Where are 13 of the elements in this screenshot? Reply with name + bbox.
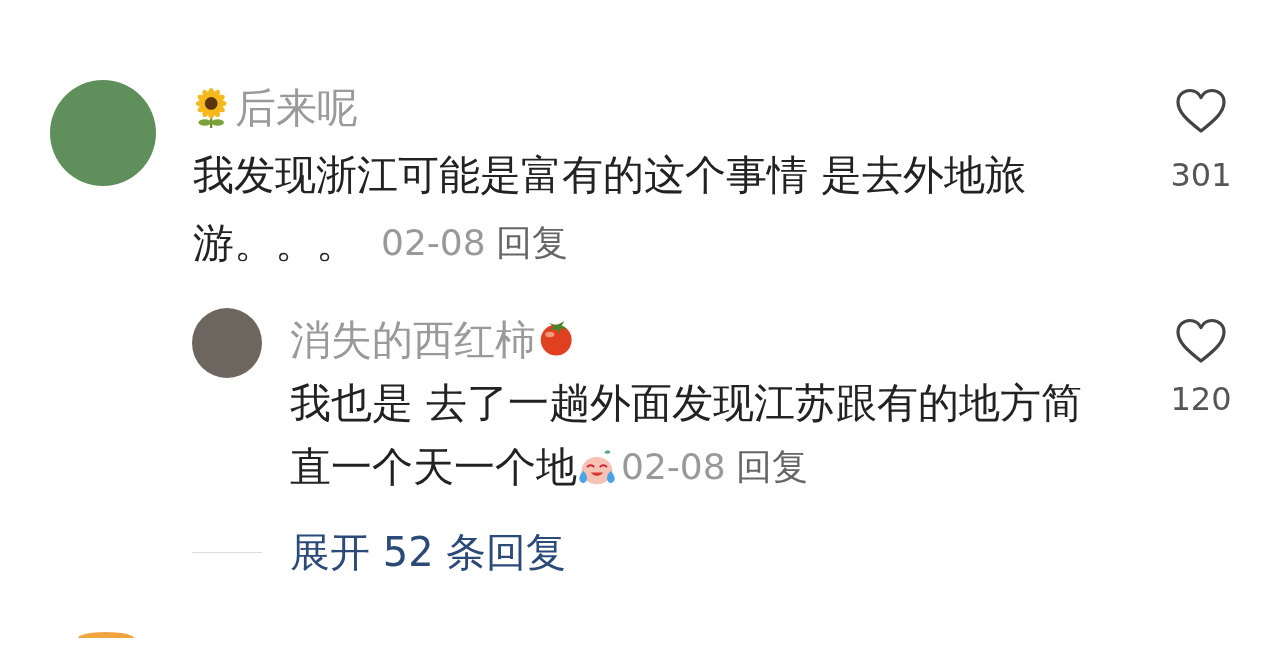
like-icon[interactable]	[1175, 88, 1227, 134]
reply-link[interactable]: 回复	[495, 209, 568, 277]
comment-text: 我也是 去了一趟外面发现江苏跟有的地方简	[290, 378, 1083, 429]
like-count: 301	[1170, 155, 1232, 196]
comment-text: 我发现浙江可能是富有的这个事情 是去外地旅	[193, 150, 1027, 201]
comment-date: 02-08	[381, 221, 486, 265]
comment-text: 直一个天一个地	[290, 442, 577, 493]
comment-date: 02-08	[621, 445, 726, 489]
expand-replies-link[interactable]: 展开 52 条回复	[290, 524, 567, 580]
comment-text: 游。。。	[193, 218, 357, 269]
reply-link[interactable]: 回复	[735, 433, 808, 501]
like-icon[interactable]	[1175, 318, 1227, 364]
like-count: 120	[1170, 379, 1232, 420]
